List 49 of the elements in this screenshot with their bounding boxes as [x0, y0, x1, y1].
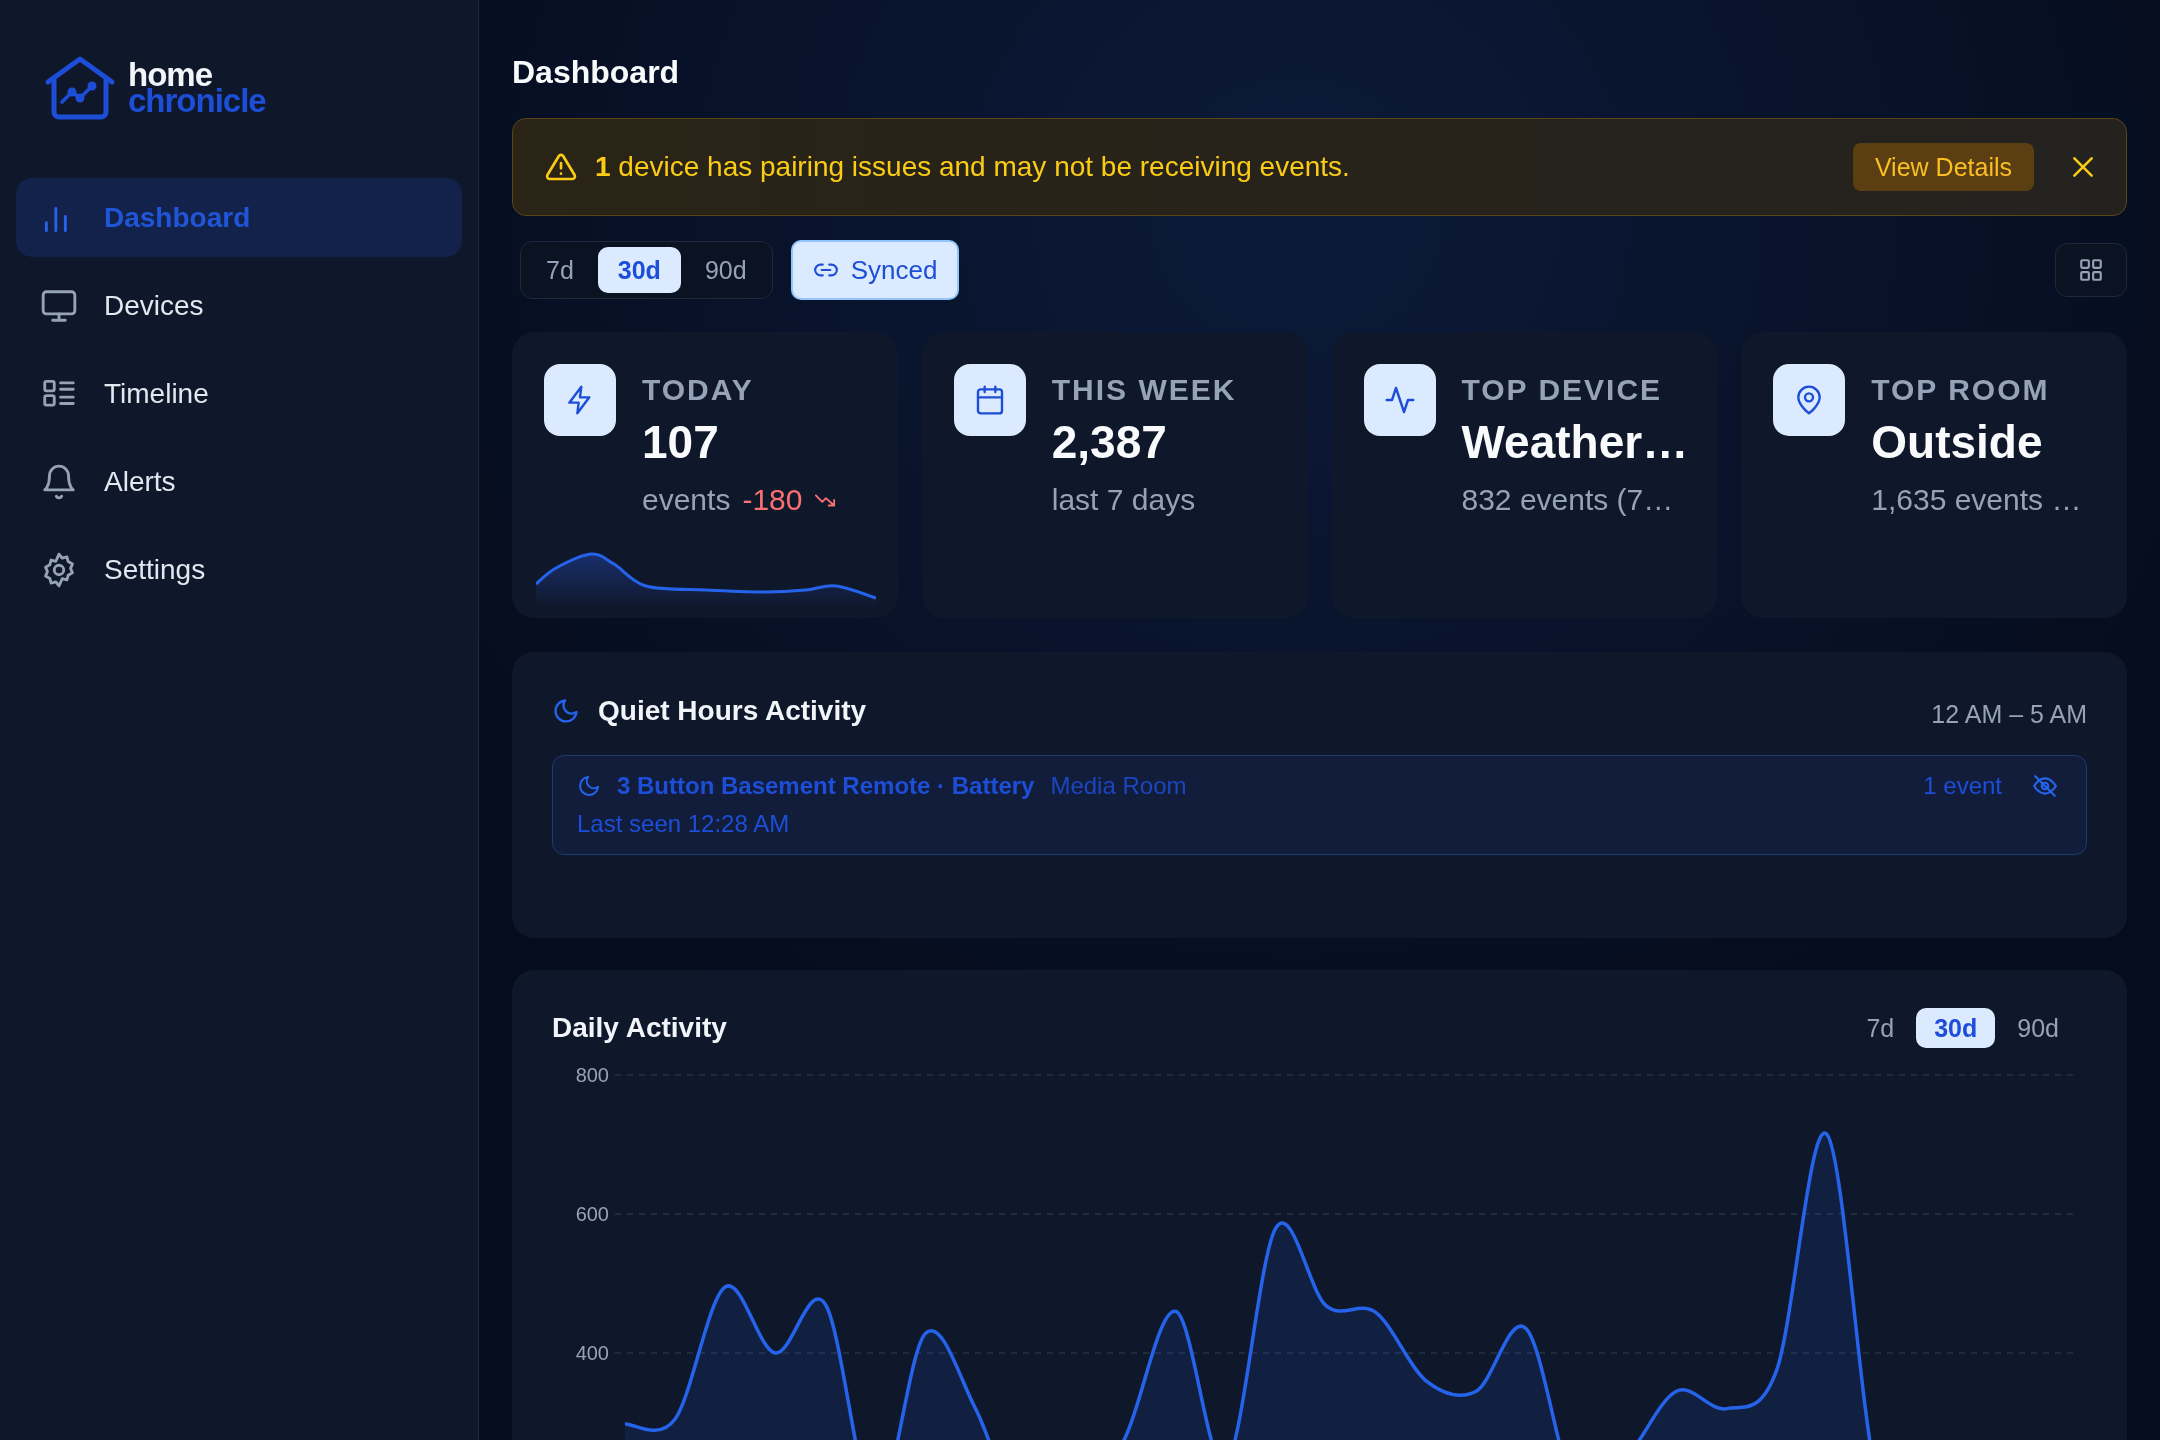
eye-off-icon[interactable] [2032, 773, 2058, 799]
bell-icon [40, 462, 78, 501]
time-range: 12 AM – 5 AM [1931, 700, 2087, 729]
range-tab[interactable]: 90d [684, 247, 767, 293]
last-seen-text: Last seen 12:28 AM [577, 810, 791, 838]
range-tab[interactable]: 7d [1848, 1008, 1913, 1048]
house-chart-icon [44, 56, 116, 120]
stat-value: Weather… [1461, 415, 1688, 470]
y-tick-label: 400 [575, 1342, 609, 1364]
y-tick-label: 800 [575, 1064, 609, 1086]
page-title: Dashboard [512, 53, 681, 92]
stat-value: Outside [1871, 415, 2044, 470]
nav-item[interactable]: Timeline [16, 354, 462, 433]
section-title: Quiet Hours Activity [598, 694, 867, 727]
stat-label: TOP ROOM [1871, 372, 2051, 408]
close-icon[interactable] [2070, 154, 2096, 180]
device-name: 3 Button Basement Remote · Battery [617, 772, 1035, 800]
logo-text: home [128, 62, 212, 88]
nav-item[interactable]: Devices [16, 266, 462, 345]
event-count: 1 event [1923, 772, 2002, 800]
y-tick-label: 600 [575, 1203, 609, 1225]
grid-view-button[interactable] [2055, 243, 2127, 297]
nav-item[interactable]: Settings [16, 530, 462, 609]
range-tab[interactable]: 30d [597, 247, 681, 293]
view-details-button[interactable]: View Details [1852, 143, 2034, 191]
stat-label: THIS WEEK [1051, 372, 1237, 408]
stat-caption: events [642, 482, 731, 518]
stat-value: 2,387 [1051, 415, 1168, 470]
stat-caption: 1,635 events … [1871, 482, 2082, 518]
room-name: Media Room [1050, 772, 1187, 800]
section-title: Daily Activity [552, 1012, 727, 1044]
synced-button[interactable]: Synced [790, 240, 960, 300]
stat-label: TODAY [642, 372, 755, 408]
stat-value: 107 [642, 415, 720, 470]
change-value: -180 [742, 482, 803, 518]
nav-item[interactable]: Alerts [16, 442, 462, 521]
pulse-icon [1383, 384, 1416, 416]
range-tab[interactable]: 30d [1916, 1008, 1996, 1048]
moon-icon [552, 696, 580, 725]
logo-text: chronicle [128, 88, 266, 114]
moon-icon [577, 774, 601, 798]
stat-caption: 832 events (7… [1461, 482, 1674, 518]
range-tab[interactable]: 90d [1999, 1008, 2077, 1048]
alert-message: 1 device has pairing issues and may not be receiving events. [595, 151, 1351, 183]
stat-label: TOP DEVICE [1461, 372, 1664, 408]
stat-caption: last 7 days [1051, 482, 1196, 518]
warning-icon [545, 151, 577, 183]
range-tab[interactable]: 7d [526, 247, 594, 293]
grid-icon [2078, 257, 2104, 283]
